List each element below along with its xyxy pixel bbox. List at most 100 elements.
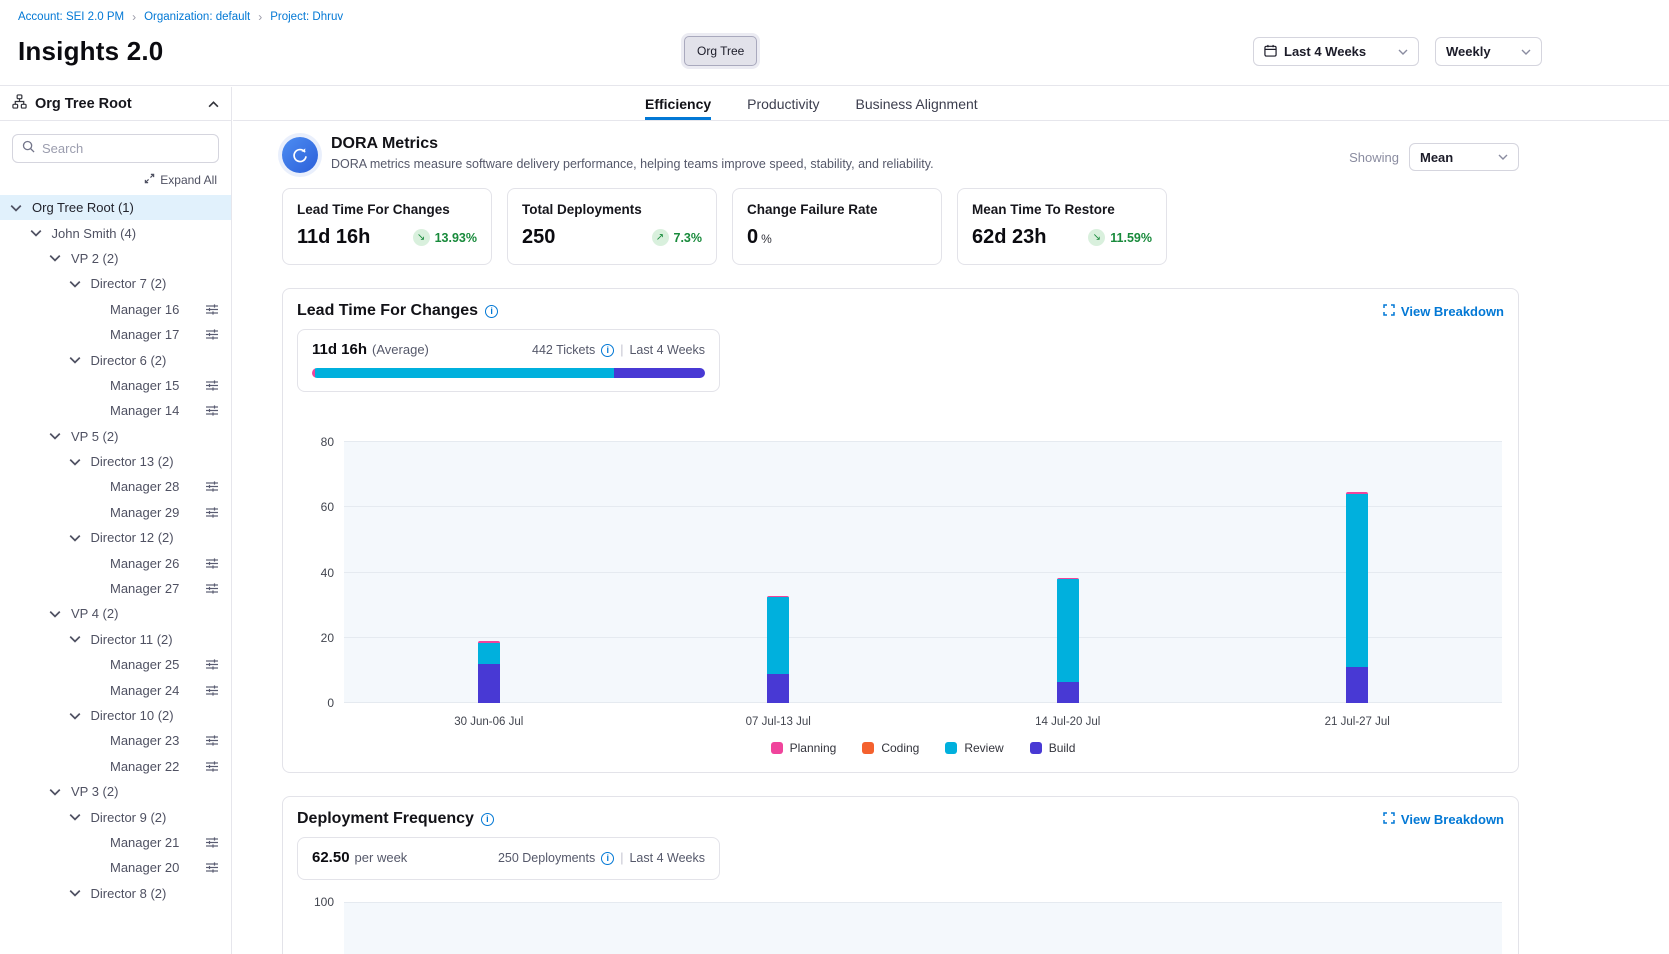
chevron-down-icon[interactable] xyxy=(69,458,91,466)
tree-item[interactable]: Manager 17 xyxy=(0,322,231,347)
bar-segment-build xyxy=(1057,682,1079,703)
chevron-down-icon[interactable] xyxy=(10,204,32,212)
trend-value: 7.3% xyxy=(674,231,703,245)
sliders-icon[interactable] xyxy=(205,836,219,849)
chevron-down-icon[interactable] xyxy=(69,889,91,897)
sliders-icon[interactable] xyxy=(205,328,219,341)
info-icon[interactable]: i xyxy=(485,305,498,318)
gridline xyxy=(344,506,1502,507)
sliders-icon[interactable] xyxy=(205,557,219,570)
stacked-bar[interactable] xyxy=(767,596,789,703)
sliders-icon[interactable] xyxy=(205,861,219,874)
tree-item[interactable]: VP 3 (2) xyxy=(0,779,231,804)
chevron-down-icon[interactable] xyxy=(49,432,71,440)
sliders-icon[interactable] xyxy=(205,734,219,747)
tree-item-label: Manager 14 xyxy=(110,403,179,418)
tree-item[interactable]: Manager 24 xyxy=(0,677,231,702)
org-tree-sidebar: Org Tree Root Expand All Org Tree Root (… xyxy=(0,87,232,954)
showing-select[interactable]: Mean xyxy=(1409,143,1519,171)
sidebar-header[interactable]: Org Tree Root xyxy=(0,87,231,121)
metric-card-title: Total Deployments xyxy=(522,202,702,217)
sliders-icon[interactable] xyxy=(205,658,219,671)
legend-item-coding[interactable]: Coding xyxy=(862,741,919,755)
tree-item[interactable]: Manager 14 xyxy=(0,398,231,423)
tree-item-label: Manager 20 xyxy=(110,860,179,875)
tree-item[interactable]: Director 10 (2) xyxy=(0,703,231,728)
legend-item-planning[interactable]: Planning xyxy=(771,741,837,755)
chevron-down-icon[interactable] xyxy=(49,788,71,796)
tree-item[interactable]: Manager 25 xyxy=(0,652,231,677)
tree-item[interactable]: Manager 20 xyxy=(0,855,231,880)
tree-item[interactable]: Manager 26 xyxy=(0,550,231,575)
tree-item[interactable]: Manager 28 xyxy=(0,474,231,499)
chevron-down-icon[interactable] xyxy=(69,280,91,288)
tab-efficiency[interactable]: Efficiency xyxy=(645,87,711,120)
stacked-bar[interactable] xyxy=(1057,578,1079,703)
org-tree-button[interactable]: Org Tree xyxy=(684,36,757,66)
tree-item[interactable]: Manager 27 xyxy=(0,576,231,601)
tree-item[interactable]: VP 4 (2) xyxy=(0,601,231,626)
legend-item-build[interactable]: Build xyxy=(1030,741,1076,755)
tree-item-label: Manager 25 xyxy=(110,657,179,672)
sliders-icon[interactable] xyxy=(205,760,219,773)
search-input[interactable] xyxy=(42,141,218,156)
stacked-bar[interactable] xyxy=(1346,492,1368,703)
chevron-down-icon[interactable] xyxy=(69,813,91,821)
chevron-down-icon[interactable] xyxy=(30,229,52,237)
sliders-icon[interactable] xyxy=(205,582,219,595)
tab-productivity[interactable]: Productivity xyxy=(747,87,819,120)
tree-item[interactable]: Manager 15 xyxy=(0,373,231,398)
chevron-down-icon[interactable] xyxy=(69,534,91,542)
tree-item[interactable]: Director 13 (2) xyxy=(0,449,231,474)
info-icon[interactable]: i xyxy=(601,344,614,357)
date-range-select[interactable]: Last 4 Weeks xyxy=(1253,37,1419,66)
chevron-down-icon[interactable] xyxy=(69,712,91,720)
chevron-down-icon[interactable] xyxy=(69,635,91,643)
tree-item[interactable]: Director 6 (2) xyxy=(0,347,231,372)
tree-item[interactable]: Manager 23 xyxy=(0,728,231,753)
tree-item[interactable]: VP 2 (2) xyxy=(0,246,231,271)
breadcrumb: Account: SEI 2.0 PM›Organization: defaul… xyxy=(18,10,343,24)
tree-item[interactable]: VP 5 (2) xyxy=(0,424,231,449)
sliders-icon[interactable] xyxy=(205,684,219,697)
tree-item[interactable]: Manager 22 xyxy=(0,754,231,779)
breadcrumb-item[interactable]: Project: Dhruv xyxy=(270,11,343,23)
chevron-down-icon[interactable] xyxy=(69,356,91,364)
info-icon[interactable]: i xyxy=(481,813,494,826)
deployment-summary: 62.50 per week 250 Deployments i | Last … xyxy=(297,837,720,880)
lead-time-view-breakdown[interactable]: View Breakdown xyxy=(1383,304,1504,319)
tree-item-label: Manager 28 xyxy=(110,479,179,494)
sliders-icon[interactable] xyxy=(205,404,219,417)
search-icon xyxy=(22,140,35,158)
chevron-down-icon[interactable] xyxy=(49,254,71,262)
chevron-down-icon[interactable] xyxy=(49,610,71,618)
tree-item[interactable]: Org Tree Root (1) xyxy=(0,195,231,220)
deployment-chart: 100 xyxy=(344,902,1502,954)
deployment-view-breakdown[interactable]: View Breakdown xyxy=(1383,812,1504,827)
sliders-icon[interactable] xyxy=(205,379,219,392)
expand-corners-icon xyxy=(1383,304,1395,319)
stacked-bar[interactable] xyxy=(478,641,500,703)
tree-item[interactable]: Director 12 (2) xyxy=(0,525,231,550)
tree-item[interactable]: Director 9 (2) xyxy=(0,804,231,829)
trend-up-icon: ↗ xyxy=(652,229,669,246)
sliders-icon[interactable] xyxy=(205,480,219,493)
tree-item[interactable]: John Smith (4) xyxy=(0,220,231,245)
breadcrumb-item[interactable]: Organization: default xyxy=(144,11,250,23)
collapse-chevron-icon[interactable] xyxy=(208,95,219,113)
sliders-icon[interactable] xyxy=(205,506,219,519)
y-tick-label: 60 xyxy=(321,500,334,514)
info-icon[interactable]: i xyxy=(601,852,614,865)
legend-item-review[interactable]: Review xyxy=(945,741,1003,755)
sliders-icon[interactable] xyxy=(205,303,219,316)
tree-item[interactable]: Manager 21 xyxy=(0,830,231,855)
expand-all-button[interactable]: Expand All xyxy=(144,173,217,187)
tab-business-alignment[interactable]: Business Alignment xyxy=(856,87,978,120)
granularity-select[interactable]: Weekly xyxy=(1435,37,1542,66)
tree-item[interactable]: Manager 29 xyxy=(0,500,231,525)
tree-item[interactable]: Director 8 (2) xyxy=(0,881,231,906)
tree-item[interactable]: Director 7 (2) xyxy=(0,271,231,296)
breadcrumb-item[interactable]: Account: SEI 2.0 PM xyxy=(18,11,124,23)
tree-item[interactable]: Manager 16 xyxy=(0,297,231,322)
tree-item[interactable]: Director 11 (2) xyxy=(0,627,231,652)
